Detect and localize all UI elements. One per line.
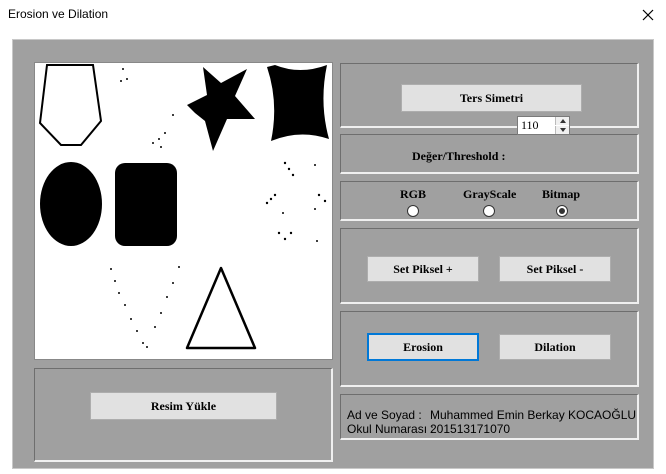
image-canvas (38, 64, 329, 350)
school-number-label: Okul Numarası : (347, 422, 434, 436)
load-image-button[interactable]: Resim Yükle (90, 392, 277, 420)
threshold-input[interactable]: 110 (517, 116, 570, 135)
name-label: Ad ve Soyad : (347, 408, 422, 422)
threshold-value: 110 (521, 118, 539, 132)
spin-up-icon (559, 119, 566, 123)
shape-rounded-rect (115, 163, 177, 246)
shape-hexagon (38, 64, 103, 146)
spin-down-icon (559, 128, 566, 132)
window-title: Erosion ve Dilation (8, 7, 109, 21)
client-area: Resim Yükle Ters Simetri Değer/Threshold… (0, 30, 666, 474)
close-button[interactable] (630, 0, 666, 30)
shape-concave-square (267, 65, 329, 141)
name-value: Muhammed Emin Berkay KOCAOĞLU (430, 408, 637, 422)
erosion-button[interactable]: Erosion (367, 333, 479, 361)
image-picture-box (34, 62, 333, 360)
threshold-label: Değer/Threshold : (412, 149, 506, 163)
title-bar: Erosion ve Dilation (0, 0, 666, 30)
mode-label-bitmap: Bitmap (542, 187, 581, 201)
mode-radio-rgb[interactable] (407, 205, 419, 217)
set-pixel-minus-button[interactable]: Set Piksel - (499, 256, 611, 282)
spin-up-button[interactable] (555, 117, 569, 125)
spin-down-button[interactable] (555, 126, 569, 134)
set-pixel-plus-button[interactable]: Set Piksel + (367, 256, 479, 282)
close-icon (642, 9, 654, 21)
mode-label-rgb: RGB (400, 187, 427, 201)
mirror-button[interactable]: Ters Simetri (401, 84, 582, 112)
school-number-value: 201513171070 (430, 422, 511, 436)
mode-label-grayscale: GrayScale (463, 187, 517, 201)
dilation-button[interactable]: Dilation (499, 334, 611, 360)
mode-radio-bitmap[interactable] (556, 205, 568, 217)
mode-radio-grayscale[interactable] (483, 205, 495, 217)
shape-triangle (185, 266, 257, 350)
shape-ellipse (40, 162, 102, 246)
shape-star (187, 67, 255, 151)
